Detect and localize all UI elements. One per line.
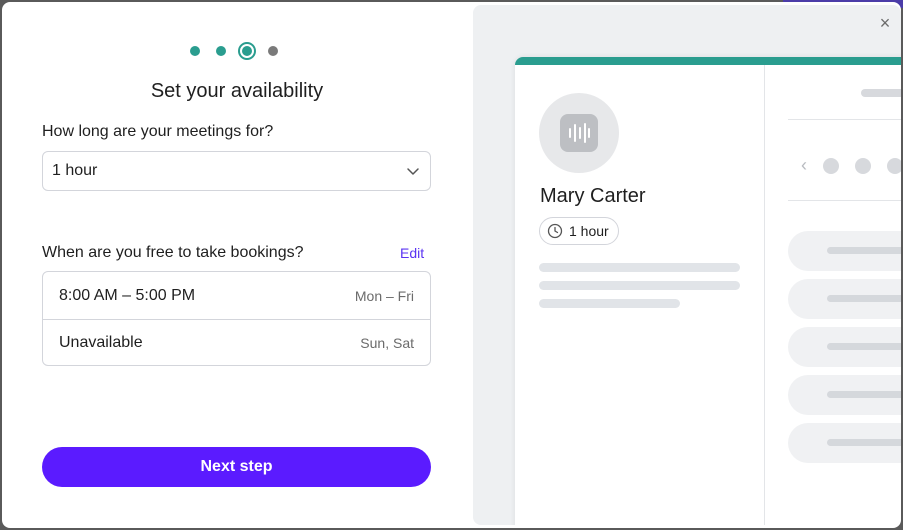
- availability-time: Unavailable: [59, 334, 143, 351]
- time-slot-skeleton: [788, 375, 901, 415]
- duration-select[interactable]: 1 hour: [42, 151, 431, 191]
- duration-label: How long are your meetings for?: [42, 123, 274, 140]
- date-placeholder: [887, 157, 901, 174]
- time-slot-skeleton: [788, 423, 901, 463]
- setup-pane: Set your availability How long are your …: [2, 2, 474, 528]
- step-indicator: [190, 42, 278, 60]
- edit-availability-link[interactable]: Edit: [400, 245, 424, 261]
- page-title: Set your availability: [150, 80, 324, 102]
- chevron-left-icon: ‹: [801, 155, 807, 175]
- description-skeleton: [539, 263, 740, 272]
- preview-card: Mary Carter 1 hour ‹: [515, 57, 901, 525]
- duration-chip-label: 1 hour: [569, 223, 609, 239]
- date-placeholder: [855, 157, 871, 174]
- duration-chip: 1 hour: [539, 217, 619, 245]
- description-skeleton: [539, 281, 740, 290]
- clock-icon: [547, 223, 563, 239]
- card-accent-bar: [515, 57, 901, 65]
- availability-days: Sun, Sat: [360, 335, 414, 351]
- host-name: Mary Carter: [540, 185, 646, 207]
- step-dot-1: [190, 46, 200, 56]
- next-step-button[interactable]: Next step: [42, 447, 431, 487]
- time-slot-skeleton: [788, 327, 901, 367]
- duration-value: 1 hour: [52, 162, 98, 179]
- step-dot-2: [216, 46, 226, 56]
- step-dot-4: [268, 46, 278, 56]
- close-icon[interactable]: ×: [875, 13, 895, 33]
- preview-calendar-panel: ‹: [766, 65, 901, 525]
- availability-row: Unavailable Sun, Sat: [43, 319, 430, 366]
- availability-row: 8:00 AM – 5:00 PM Mon – Fri: [43, 272, 430, 319]
- logo-placeholder-icon: [560, 114, 598, 152]
- booking-preview: × Mary Carter 1 hour ‹: [473, 5, 901, 525]
- divider: [788, 200, 901, 201]
- chevron-down-icon: [407, 168, 419, 175]
- description-skeleton: [539, 299, 680, 308]
- preview-host-panel: Mary Carter 1 hour: [515, 65, 765, 525]
- availability-days: Mon – Fri: [354, 287, 414, 304]
- avatar: [539, 93, 619, 173]
- header-skeleton: [861, 89, 901, 97]
- availability-label: When are you free to take bookings?: [42, 244, 304, 261]
- divider: [788, 119, 901, 120]
- date-placeholder: [823, 157, 839, 174]
- time-slot-skeleton: [788, 231, 901, 271]
- time-slot-skeleton: [788, 279, 901, 319]
- step-dot-3-current: [238, 42, 256, 60]
- availability-time: 8:00 AM – 5:00 PM: [59, 286, 196, 304]
- availability-modal: Set your availability How long are your …: [2, 2, 901, 528]
- availability-list: 8:00 AM – 5:00 PM Mon – Fri Unavailable …: [42, 271, 431, 366]
- calendar-nav: ‹: [801, 155, 901, 176]
